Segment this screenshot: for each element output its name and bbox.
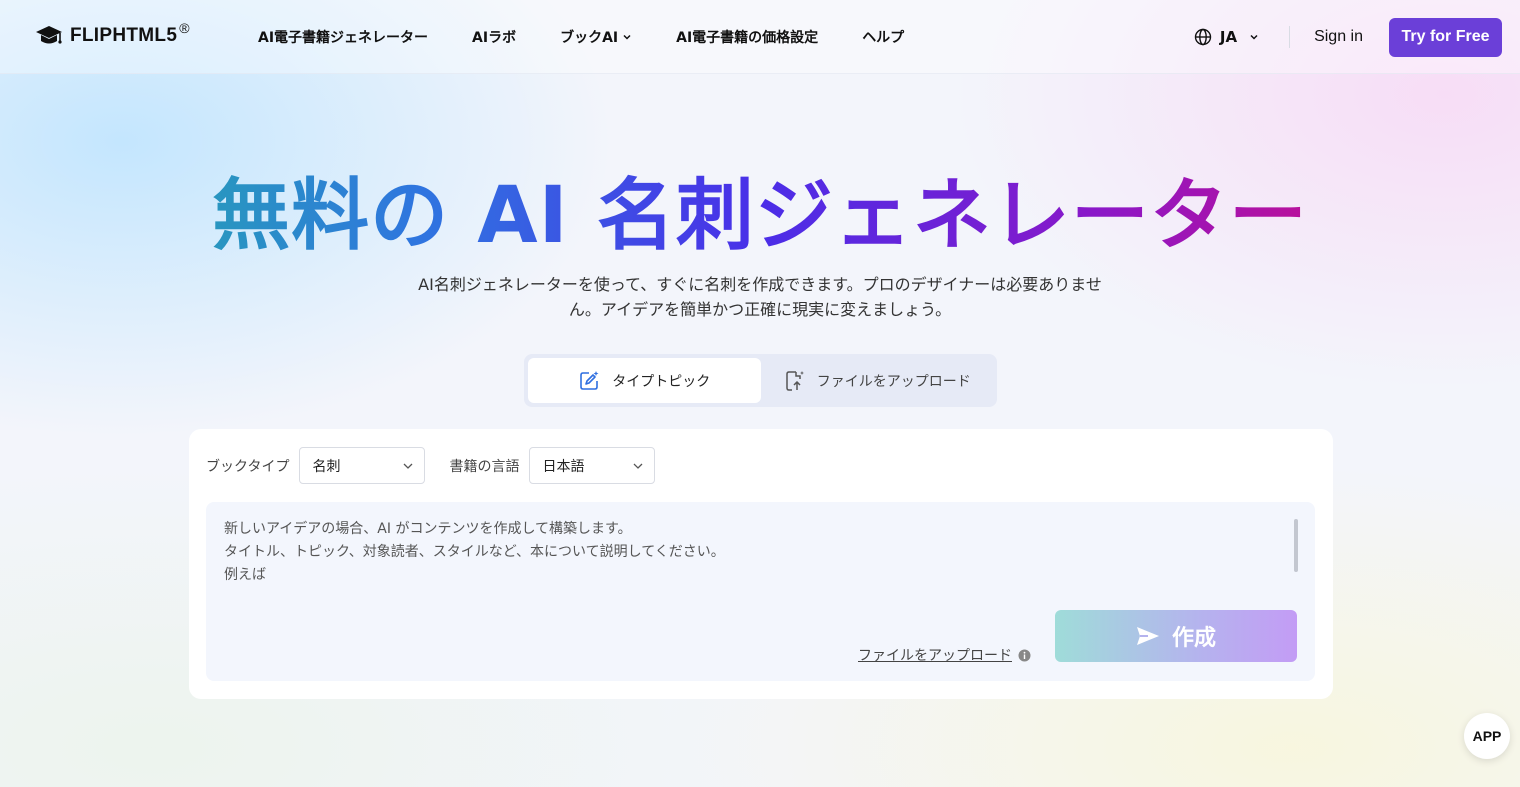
book-type-select[interactable]: 名刺 <box>299 447 426 484</box>
language-switcher[interactable]: JA <box>1194 28 1259 46</box>
placeholder-line: タイトル、トピック、対象読者、スタイルなど、本について説明してください。 <box>224 544 725 560</box>
prompt-textarea[interactable]: 新しいアイデアの場合、AI がコンテンツを作成して構築します。 タイトル、トピッ… <box>206 502 1315 681</box>
page-title: 無料の AI 名刺ジェネレーター <box>0 168 1520 264</box>
options-row: ブックタイプ 名刺 書籍の言語 日本語 <box>206 447 679 484</box>
subtitle-line: AI名刺ジェネレーターを使って、すぐに名刺を作成できます。プロのデザイナーは必要… <box>418 275 1102 294</box>
chevron-down-icon <box>403 463 413 469</box>
app-download-badge[interactable]: APP <box>1464 713 1510 759</box>
prompt-placeholder: 新しいアイデアの場合、AI がコンテンツを作成して構築します。 タイトル、トピッ… <box>224 518 725 587</box>
nav-label: AIラボ <box>472 30 517 46</box>
logo-text: FLIPHTML5 <box>70 25 178 46</box>
nav-ai-lab[interactable]: AIラボ <box>472 27 516 47</box>
info-icon[interactable] <box>1018 649 1031 662</box>
tab-type-topic[interactable]: タイプトピック <box>528 358 761 403</box>
generator-card: ブックタイプ 名刺 書籍の言語 日本語 新しいアイデアの場合、AI がコンテンツ… <box>189 429 1333 699</box>
nav-pricing[interactable]: AI電子書籍の価格設定 <box>676 27 818 47</box>
book-language-select[interactable]: 日本語 <box>529 447 656 484</box>
upload-file-link[interactable]: ファイルをアップロード <box>858 645 1031 665</box>
header-right-tools: JA Sign in Try for Free <box>1194 17 1502 57</box>
header-divider <box>1289 26 1291 48</box>
book-language-label: 書籍の言語 <box>449 458 520 475</box>
file-upload-icon <box>786 370 804 391</box>
placeholder-line: 例えば <box>224 567 266 583</box>
create-button[interactable]: 作成 <box>1055 610 1297 662</box>
tab-label: タイプトピック <box>612 373 711 390</box>
sign-in-link[interactable]: Sign in <box>1314 28 1363 46</box>
globe-icon <box>1194 28 1212 46</box>
chevron-down-icon <box>623 34 631 40</box>
nav-label: ヘルプ <box>862 30 905 46</box>
logo[interactable]: FLIPHTML5 ® <box>34 20 190 48</box>
book-type-label: ブックタイプ <box>206 458 290 475</box>
input-mode-tabs: タイプトピック ファイルをアップロード <box>524 354 997 407</box>
tab-label: ファイルをアップロード <box>816 373 971 390</box>
top-header: FLIPHTML5 ® AI電子書籍ジェネレーター AIラボ ブックAI AI電… <box>0 0 1520 74</box>
logo-registered-mark: ® <box>179 20 190 36</box>
page-subtitle: AI名刺ジェネレーターを使って、すぐに名刺を作成できます。プロのデザイナーは必要… <box>375 272 1145 322</box>
book-language-value: 日本語 <box>542 458 585 475</box>
main-nav: AI電子書籍ジェネレーター AIラボ ブックAI AI電子書籍の価格設定 ヘルプ <box>258 0 948 74</box>
nav-label: AI電子書籍ジェネレーター <box>258 30 429 46</box>
book-type-value: 名刺 <box>312 458 341 475</box>
chevron-down-icon <box>1250 34 1258 40</box>
edit-sparkle-icon <box>580 370 599 390</box>
create-button-label: 作成 <box>1171 625 1216 650</box>
nav-book-ai[interactable]: ブックAI <box>560 27 632 47</box>
nav-help[interactable]: ヘルプ <box>862 27 904 47</box>
chevron-down-icon <box>633 463 643 469</box>
nav-label: ブックAI <box>560 30 619 46</box>
nav-label: AI電子書籍の価格設定 <box>676 30 819 46</box>
placeholder-line: 新しいアイデアの場合、AI がコンテンツを作成して構築します。 <box>224 521 632 537</box>
language-label: JA <box>1219 28 1238 46</box>
textarea-scrollbar[interactable] <box>1294 519 1298 572</box>
tab-file-upload[interactable]: ファイルをアップロード <box>761 358 994 403</box>
nav-ai-ebook-generator[interactable]: AI電子書籍ジェネレーター <box>258 27 428 47</box>
upload-link-label: ファイルをアップロード <box>858 648 1012 664</box>
send-icon <box>1136 627 1159 645</box>
try-for-free-button[interactable]: Try for Free <box>1389 17 1502 57</box>
subtitle-line: ん。アイデアを簡単かつ正確に現実に変えましょう。 <box>568 300 952 319</box>
graduation-cap-icon <box>36 26 62 44</box>
